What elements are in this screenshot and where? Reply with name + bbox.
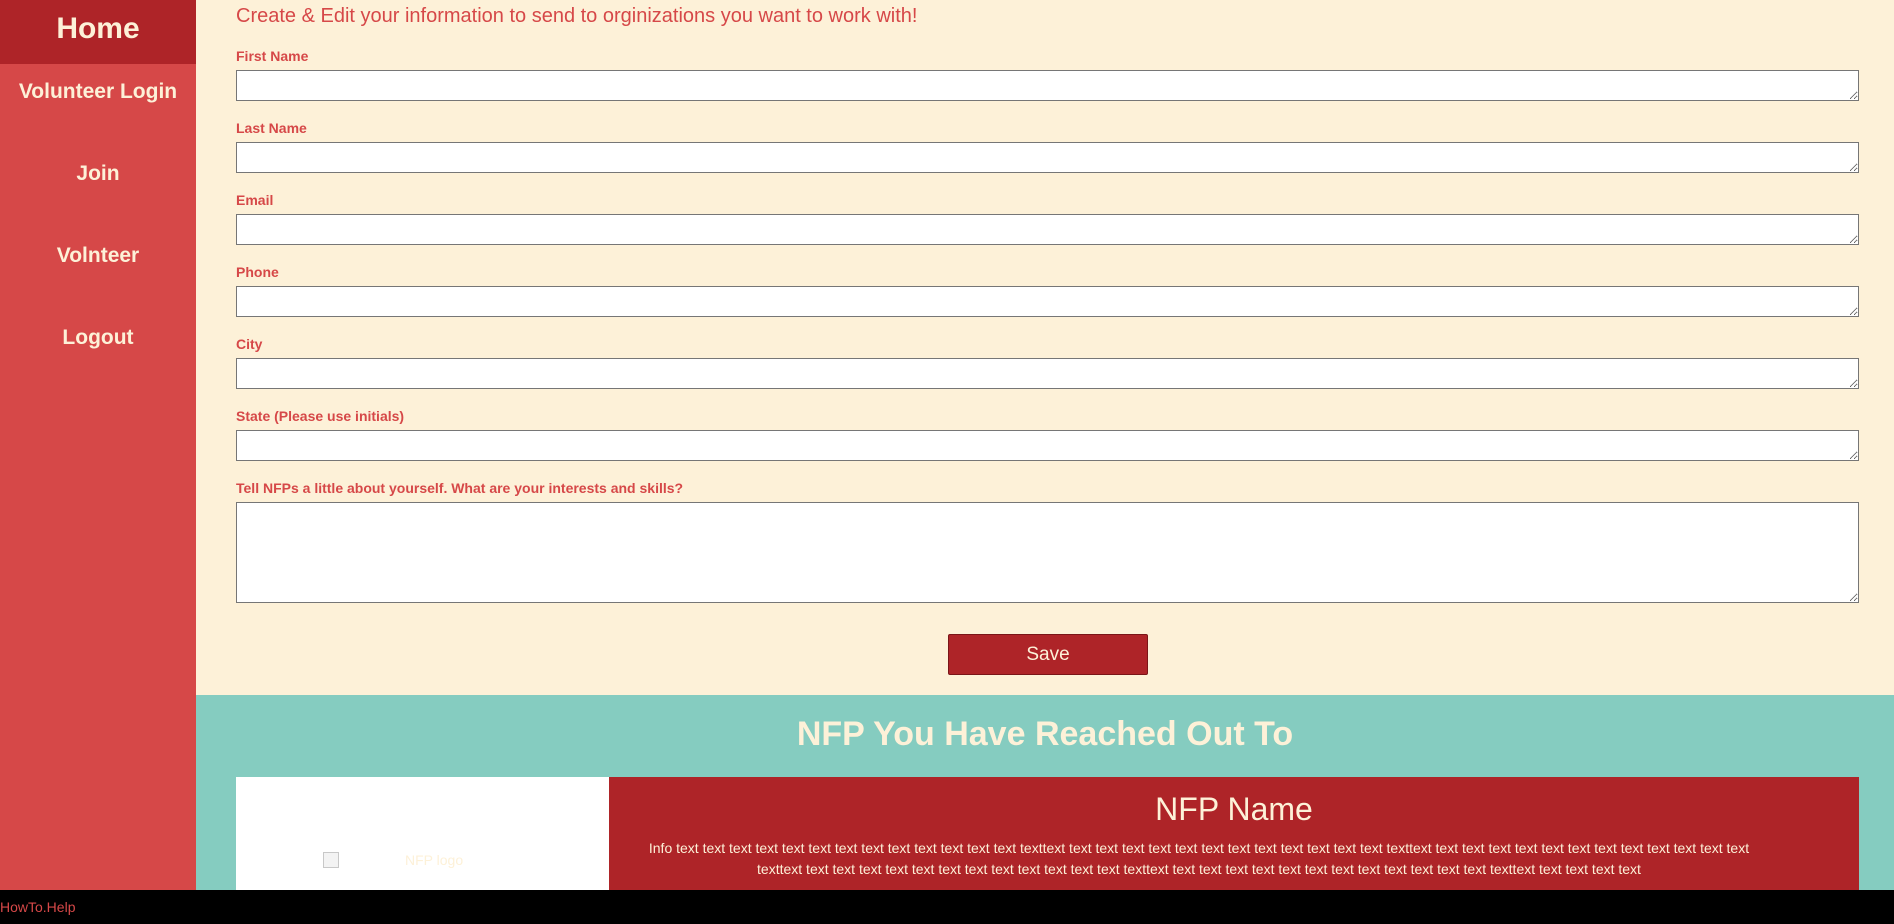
sidebar-item-volunteer[interactable]: Volnteer [0,228,196,310]
state-field[interactable] [236,430,1859,461]
phone-label: Phone [236,264,279,280]
about-group: Tell NFPs a little about yourself. What … [236,480,1859,603]
nfp-description: Info text text text text text text text … [648,840,1750,877]
email-field[interactable] [236,214,1859,245]
sidebar-item-join[interactable]: Join [0,146,196,228]
city-group: City [236,336,1859,389]
phone-group: Phone [236,264,1859,317]
nfp-logo-alt: NFP logo [405,852,464,868]
phone-field[interactable] [236,286,1859,317]
main-content: Create & Edit your information to send t… [196,0,1894,890]
nfp-name: NFP Name [1155,791,1313,827]
broken-image-icon [323,852,339,868]
last-name-field[interactable] [236,142,1859,173]
state-group: State (Please use initials) [236,408,1859,461]
sidebar-item-volunteer-login[interactable]: Volunteer Login [0,64,196,146]
nfp-section-title: NFP You Have Reached Out To [796,715,1294,753]
last-name-group: Last Name [236,120,1859,173]
last-name-label: Last Name [236,120,307,136]
profile-form: Create & Edit your information to send t… [196,0,1894,695]
first-name-group: First Name [236,48,1859,101]
about-field[interactable] [236,502,1859,603]
nfp-logo: NFP logo [323,852,463,868]
first-name-label: First Name [236,48,309,64]
sidebar-item-logout[interactable]: Logout [0,310,196,392]
city-label: City [236,336,263,352]
nfp-logo-box: NFP logo [236,777,609,890]
sidebar: Home Volunteer Login Join Volnteer Logou… [0,0,196,890]
first-name-field[interactable] [236,70,1859,101]
nfp-card[interactable]: NFP logo NFP Name Info text text text te… [236,777,1859,890]
footer-brand[interactable]: HowTo.Help [0,899,75,915]
nfp-section: NFP You Have Reached Out To NFP logo NFP… [196,695,1894,890]
email-group: Email [236,192,1859,245]
save-button[interactable]: Save [948,634,1148,675]
form-intro: Create & Edit your information to send t… [236,5,918,27]
city-field[interactable] [236,358,1859,389]
state-label: State (Please use initials) [236,408,405,424]
footer: HowTo.Help [0,890,1894,924]
about-label: Tell NFPs a little about yourself. What … [236,480,684,496]
home-link[interactable]: Home [0,0,196,64]
nfp-info: NFP Name Info text text text text text t… [609,777,1859,890]
email-label: Email [236,192,274,208]
